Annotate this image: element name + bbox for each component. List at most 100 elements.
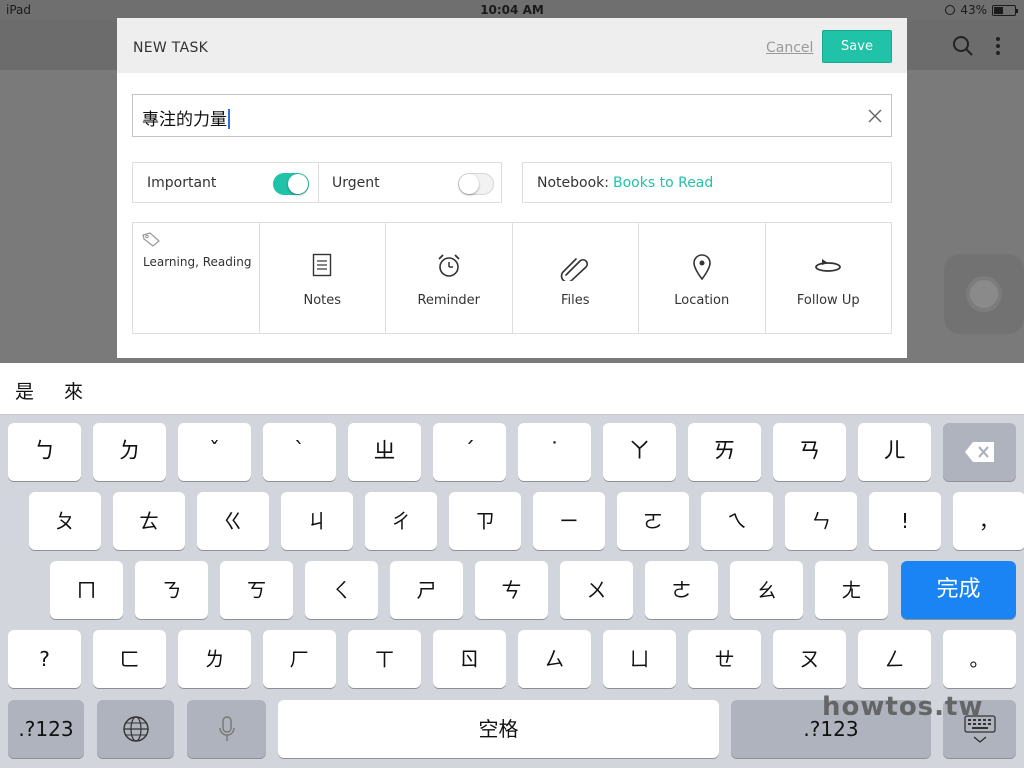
keyboard-key[interactable]: ㄨ — [560, 561, 633, 619]
keyboard-key[interactable]: ㄒ — [348, 630, 421, 688]
delete-key[interactable] — [943, 423, 1016, 481]
keyboard-key[interactable]: ㄉ — [93, 423, 166, 481]
key-label: ㄛ — [643, 509, 663, 533]
clear-icon[interactable] — [867, 108, 883, 128]
keyboard-key[interactable]: ㄜ — [645, 561, 718, 619]
status-right: 43% — [945, 3, 1018, 17]
keyboard-key[interactable]: ㄢ — [773, 423, 846, 481]
important-toggle[interactable] — [273, 173, 309, 195]
keyboard-key[interactable]: ㄍ — [197, 492, 269, 550]
keyboard-key[interactable]: ㄕ — [390, 561, 463, 619]
files-cell[interactable]: Files — [513, 223, 639, 333]
keyboard-key[interactable]: ㄝ — [688, 630, 761, 688]
key-label: ㄈ — [119, 647, 140, 671]
keyboard-key[interactable]: ㄩ — [603, 630, 676, 688]
keyboard-key[interactable]: ， — [953, 492, 1024, 550]
key-label: ㄙ — [544, 647, 565, 671]
key-label: ㄡ — [799, 647, 820, 671]
save-button[interactable]: Save — [822, 30, 892, 63]
key-label: .?123 — [803, 717, 859, 741]
attachment-bar: Learning, Reading Notes Reminder Files L… — [132, 222, 892, 334]
cancel-button[interactable]: Cancel — [766, 40, 813, 56]
key-label: ! — [900, 509, 910, 533]
keyboard-key[interactable]: ㄆ — [29, 492, 101, 550]
keyboard-key[interactable]: ˙ — [518, 423, 591, 481]
keyboard-key[interactable]: ㄘ — [475, 561, 548, 619]
space-key[interactable]: 空格 — [278, 700, 719, 758]
key-label: ㄖ — [459, 647, 480, 671]
status-time: 10:04 AM — [480, 3, 544, 17]
keyboard-key[interactable]: ㄛ — [617, 492, 689, 550]
keyboard-key[interactable]: ㄓ — [348, 423, 421, 481]
battery-icon — [992, 4, 1018, 16]
keyboard-key[interactable]: ㄎ — [220, 561, 293, 619]
keyboard-key[interactable]: ㄥ — [858, 630, 931, 688]
keyboard-key[interactable]: ㄦ — [858, 423, 931, 481]
key-label: ㄋ — [161, 578, 182, 602]
assistive-touch-button[interactable] — [944, 254, 1024, 334]
keyboard-key[interactable]: ㄡ — [773, 630, 846, 688]
keyboard-key[interactable]: ˋ — [263, 423, 336, 481]
search-icon[interactable] — [952, 35, 974, 61]
tags-value: Learning, Reading — [143, 255, 252, 269]
key-label: ㄑ — [331, 578, 352, 602]
priority-toggles: Important Urgent — [132, 162, 502, 203]
keyboard-key[interactable]: ㄋ — [135, 561, 208, 619]
key-label: ㄏ — [289, 647, 310, 671]
important-label: Important — [147, 175, 217, 191]
notes-cell[interactable]: Notes — [260, 223, 386, 333]
key-label: ㄐ — [307, 509, 327, 533]
tag-icon — [141, 231, 161, 251]
notebook-value[interactable]: Books to Read — [613, 175, 713, 191]
keyboard-key[interactable]: ㄐ — [281, 492, 353, 550]
alarm-clock-icon — [386, 253, 512, 281]
keyboard-key[interactable]: ㄤ — [815, 561, 888, 619]
more-vertical-icon[interactable] — [994, 35, 1002, 61]
notebook-selector[interactable]: Notebook: Books to Read — [522, 162, 892, 203]
globe-key[interactable] — [97, 700, 174, 758]
keyboard-key[interactable]: ㄇ — [50, 561, 123, 619]
keyboard-key[interactable]: ㄞ — [688, 423, 761, 481]
keyboard-key[interactable]: ㄏ — [263, 630, 336, 688]
task-title-input[interactable]: 專注的力量 — [132, 94, 892, 137]
keyboard-key[interactable]: ㄚ — [603, 423, 676, 481]
keyboard-key[interactable]: ˇ — [178, 423, 251, 481]
paperclip-icon — [513, 253, 639, 281]
keyboard-key[interactable]: ㄊ — [113, 492, 185, 550]
keyboard-key[interactable]: ㄈ — [93, 630, 166, 688]
microphone-key[interactable] — [187, 700, 266, 758]
keyboard-key[interactable]: ! — [869, 492, 941, 550]
keyboard-key[interactable]: ˊ — [433, 423, 506, 481]
key-label: 。 — [969, 647, 990, 671]
candidate-word[interactable]: 來 — [64, 377, 83, 404]
notes-label: Notes — [303, 293, 342, 308]
keyboard-key[interactable]: ㄟ — [701, 492, 773, 550]
candidate-word[interactable]: 是 — [15, 377, 34, 404]
keyboard-key[interactable]: ㄌ — [178, 630, 251, 688]
keyboard-key[interactable]: ㄑ — [305, 561, 378, 619]
follow-up-cell[interactable]: Follow Up — [766, 223, 892, 333]
location-cell[interactable]: Location — [639, 223, 766, 333]
keyboard-key[interactable]: ㄖ — [433, 630, 506, 688]
keyboard-key[interactable]: ㄅ — [8, 423, 81, 481]
key-label: ㄧ — [559, 509, 579, 533]
keyboard-key[interactable]: ㄠ — [730, 561, 803, 619]
keyboard-key[interactable]: ㄣ — [785, 492, 857, 550]
key-label: ㄍ — [223, 509, 243, 533]
keyboard-key[interactable]: ? — [8, 630, 81, 688]
keyboard-key[interactable]: ㄧ — [533, 492, 605, 550]
keyboard-key[interactable]: ㄙ — [518, 630, 591, 688]
keyboard-key[interactable]: ㄔ — [365, 492, 437, 550]
keyboard-key[interactable]: ㄗ — [449, 492, 521, 550]
reminder-cell[interactable]: Reminder — [386, 223, 513, 333]
done-key[interactable]: 完成 — [901, 561, 1016, 619]
key-label: ㄇ — [76, 578, 97, 602]
numbers-key[interactable]: .?123 — [8, 700, 84, 758]
keyboard-key[interactable]: 。 — [943, 630, 1016, 688]
rotation-lock-icon — [945, 5, 956, 15]
tags-cell[interactable]: Learning, Reading — [133, 223, 260, 333]
key-label: 完成 — [936, 577, 981, 602]
key-label: ? — [39, 647, 50, 671]
urgent-toggle[interactable] — [458, 173, 494, 195]
key-label: ㄤ — [841, 578, 862, 602]
